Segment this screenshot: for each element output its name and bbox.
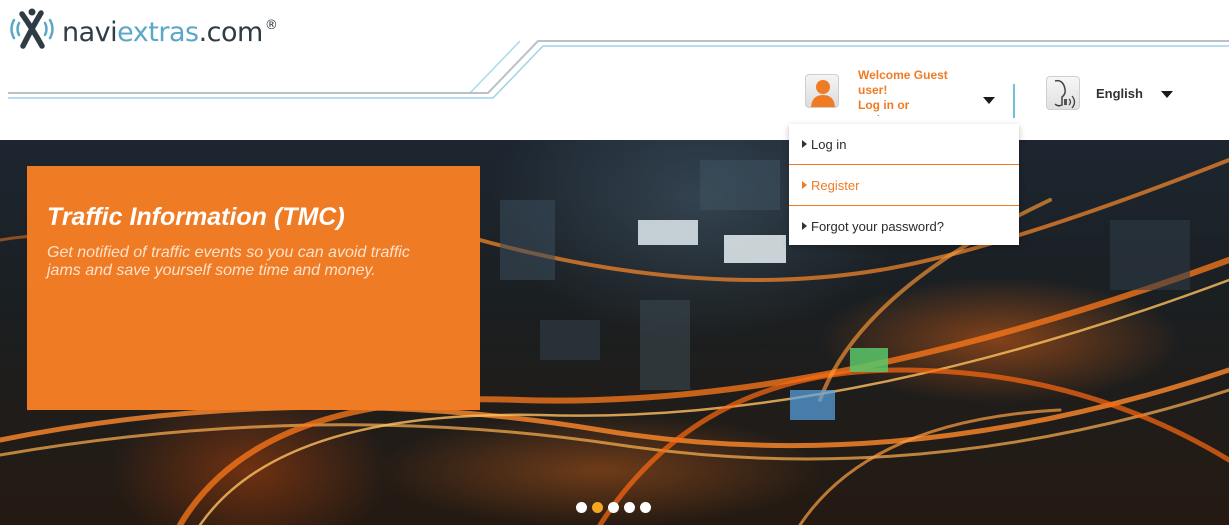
user-dropdown-menu: Log in Register Forgot your password? bbox=[789, 124, 1019, 245]
caret-down-icon[interactable] bbox=[1161, 91, 1173, 98]
menu-item-label: Register bbox=[811, 177, 860, 193]
triangle-right-icon bbox=[802, 140, 807, 148]
logo-text-domain: .com bbox=[198, 16, 264, 48]
navi-logo-icon bbox=[10, 8, 54, 49]
menu-item-label: Log in bbox=[811, 136, 847, 152]
language-label: English bbox=[1096, 86, 1143, 101]
menu-item-label: Forgot your password? bbox=[811, 218, 944, 234]
carousel-dot-5[interactable] bbox=[640, 502, 651, 513]
logo-text: naviextras.com ® bbox=[62, 3, 278, 56]
caret-down-icon[interactable] bbox=[983, 97, 995, 104]
promo-panel: Traffic Information (TMC) Get notified o… bbox=[27, 166, 480, 410]
user-menu-toggle[interactable]: Welcome Guest user! Log in or register bbox=[805, 66, 1010, 124]
registered-mark: ® bbox=[264, 17, 278, 33]
carousel-pagination bbox=[576, 502, 651, 513]
language-speaker-icon bbox=[1046, 76, 1080, 110]
promo-description: Get notified of traffic events so you ca… bbox=[47, 244, 410, 279]
triangle-right-icon bbox=[802, 181, 807, 189]
promo-title: Traffic Information (TMC) bbox=[47, 203, 345, 231]
logo-text-extras: extras bbox=[117, 16, 199, 48]
carousel-dot-2[interactable] bbox=[592, 502, 603, 513]
register-link[interactable]: register bbox=[858, 113, 902, 116]
carousel-dot-4[interactable] bbox=[624, 502, 635, 513]
triangle-right-icon bbox=[802, 222, 807, 230]
menu-item-register[interactable]: Register bbox=[789, 165, 1019, 205]
menu-item-forgot-password[interactable]: Forgot your password? bbox=[789, 206, 1019, 246]
carousel-dot-3[interactable] bbox=[608, 502, 619, 513]
logo[interactable]: naviextras.com ® bbox=[8, 6, 278, 52]
user-avatar-icon bbox=[805, 74, 839, 108]
login-link[interactable]: Log in or bbox=[858, 98, 909, 112]
user-welcome-text: Welcome Guest user! Log in or register bbox=[858, 68, 976, 116]
header-separator bbox=[1013, 84, 1015, 118]
logo-text-navi: navi bbox=[62, 16, 118, 48]
menu-item-log-in[interactable]: Log in bbox=[789, 124, 1019, 164]
welcome-message: Welcome Guest user! bbox=[858, 68, 948, 97]
page: naviextras.com ® Welcome Guest user! Log … bbox=[0, 0, 1229, 525]
language-selector[interactable]: English bbox=[1046, 76, 1186, 112]
header: naviextras.com ® Welcome Guest user! Log … bbox=[0, 0, 1229, 140]
carousel-dot-1[interactable] bbox=[576, 502, 587, 513]
hero-banner: Traffic Information (TMC) Get notified o… bbox=[0, 140, 1229, 525]
